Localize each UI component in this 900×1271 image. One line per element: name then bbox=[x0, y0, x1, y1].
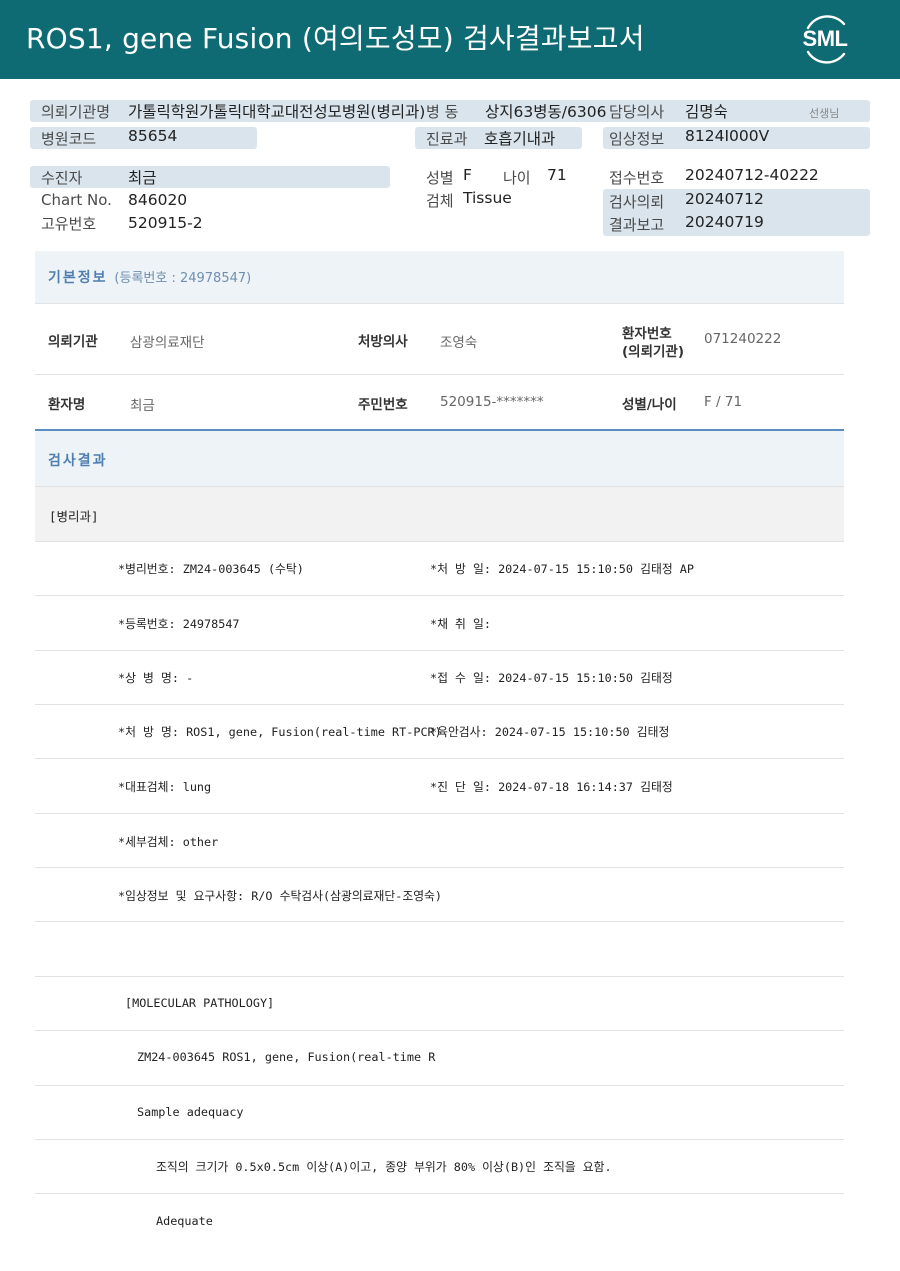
patient-bg bbox=[30, 166, 390, 188]
ptno-label-1: 환자번호 bbox=[622, 326, 672, 342]
sexage-label: 성별/나이 bbox=[622, 397, 677, 413]
divider bbox=[35, 1030, 844, 1031]
divider bbox=[35, 704, 844, 705]
inst-label: 의뢰기관 bbox=[48, 334, 98, 350]
hospital-code-label: 병원코드 bbox=[41, 130, 97, 148]
divider bbox=[35, 374, 844, 375]
divider bbox=[35, 1193, 844, 1194]
logo-text: SML bbox=[802, 26, 848, 51]
divider bbox=[35, 758, 844, 759]
rrn-label: 주민번호 bbox=[358, 397, 408, 413]
adequacy-result: Adequate bbox=[156, 1214, 213, 1228]
specimen-value: Tissue bbox=[463, 189, 512, 207]
report-label: 결과보고 bbox=[609, 216, 665, 234]
presc-label: 처방의사 bbox=[358, 334, 408, 350]
result-row-left: *임상정보 및 요구사항: R/O 수탁검사(삼광의료재단-조영숙) bbox=[118, 889, 442, 903]
doctor-label: 담당의사 bbox=[609, 103, 665, 121]
rrn-value: 520915-******* bbox=[440, 394, 544, 410]
sexage-value: F / 71 bbox=[704, 394, 743, 410]
divider bbox=[35, 650, 844, 651]
request-value: 20240712 bbox=[685, 190, 764, 208]
result-row-left: *병리번호: ZM24-003645 (수탁) bbox=[118, 562, 304, 576]
request-label: 검사의뢰 bbox=[609, 193, 665, 211]
receipt-value: 20240712-40222 bbox=[685, 166, 819, 184]
age-label: 나이 bbox=[503, 169, 531, 187]
presc-value: 조영숙 bbox=[440, 335, 478, 351]
basic-info-header: 기본정보 (등록번호 : 24978547) bbox=[35, 251, 844, 303]
sex-value: F bbox=[463, 166, 472, 184]
clinical-label: 임상정보 bbox=[609, 130, 665, 148]
chart-label: Chart No. bbox=[41, 191, 112, 209]
divider bbox=[35, 595, 844, 596]
inst-value: 삼광의료재단 bbox=[130, 335, 205, 351]
registration-sub: (등록번호 : 24978547) bbox=[114, 271, 252, 286]
report-header: ROS1, gene Fusion (여의도성모) 검사결과보고서 SML bbox=[0, 0, 900, 79]
age-value: 71 bbox=[547, 166, 567, 184]
divider bbox=[35, 303, 844, 304]
sex-label: 성별 bbox=[426, 169, 454, 187]
divider bbox=[35, 976, 844, 977]
results-title: 검사결과 bbox=[48, 453, 108, 469]
results-header: 검사결과 bbox=[35, 431, 844, 486]
doctor-suffix: 선생님 bbox=[809, 107, 840, 120]
dept-row: [병리과] bbox=[35, 487, 844, 541]
receipt-label: 접수번호 bbox=[609, 169, 665, 187]
divider bbox=[35, 1139, 844, 1140]
result-row-right: *처 방 일: 2024-07-15 15:10:50 김태정 AP bbox=[430, 562, 694, 576]
requester-label: 의뢰기관명 bbox=[41, 103, 111, 121]
chart-value: 846020 bbox=[128, 191, 188, 209]
dept-label: 진료과 bbox=[426, 130, 468, 148]
molecular-line: ZM24-003645 ROS1, gene, Fusion(real-time… bbox=[137, 1050, 436, 1064]
divider bbox=[35, 1085, 844, 1086]
result-row-right: *접 수 일: 2024-07-15 15:10:50 김태정 bbox=[430, 671, 673, 685]
ward-value: 상지63병동/6306 bbox=[485, 103, 607, 121]
patient-label: 수진자 bbox=[41, 169, 83, 187]
doctor-value: 김명숙 bbox=[685, 103, 728, 121]
result-row-left: *세부검체: other bbox=[118, 835, 219, 849]
divider bbox=[35, 921, 844, 922]
adequacy-title: Sample adequacy bbox=[137, 1105, 244, 1119]
result-row-right: *진 단 일: 2024-07-18 16:14:37 김태정 bbox=[430, 780, 673, 794]
divider bbox=[35, 813, 844, 814]
hospital-code-value: 85654 bbox=[128, 127, 178, 145]
specimen-label: 검체 bbox=[426, 192, 454, 210]
result-row-left: *등록번호: 24978547 bbox=[118, 617, 240, 631]
divider bbox=[35, 867, 844, 868]
result-row-left: *처 방 명: ROS1, gene, Fusion(real-time RT-… bbox=[118, 725, 442, 739]
dept-label: [병리과] bbox=[49, 509, 99, 524]
result-row-left: *상 병 명: - bbox=[118, 671, 194, 685]
molecular-title: [MOLECULAR PATHOLOGY] bbox=[125, 996, 275, 1010]
clinical-value: 8124I000V bbox=[685, 127, 770, 145]
ptno-value: 071240222 bbox=[704, 331, 782, 347]
ward-label: 병 동 bbox=[426, 103, 459, 121]
adequacy-text: 조직의 크기가 0.5x0.5cm 이상(A)이고, 종양 부위가 80% 이상… bbox=[156, 1160, 612, 1174]
requester-value: 가톨릭학원가톨릭대학교대전성모병원(병리과) bbox=[128, 103, 426, 121]
basic-info-title-text: 기본정보 bbox=[48, 270, 108, 286]
result-row-right: *육안검사: 2024-07-15 15:10:50 김태정 bbox=[430, 725, 670, 739]
sml-logo: SML bbox=[796, 12, 854, 66]
report-value: 20240719 bbox=[685, 213, 764, 231]
unique-label: 고유번호 bbox=[41, 215, 97, 233]
report-title: ROS1, gene Fusion (여의도성모) 검사결과보고서 bbox=[26, 22, 645, 55]
ptno-label-2: (의뢰기관) bbox=[622, 344, 685, 360]
name-label: 환자명 bbox=[48, 397, 86, 413]
dept-value: 호흡기내과 bbox=[484, 130, 556, 148]
result-row-right: *채 취 일: bbox=[430, 617, 491, 631]
patient-value: 최금 bbox=[128, 169, 157, 187]
divider bbox=[35, 541, 844, 542]
result-row-left: *대표검체: lung bbox=[118, 780, 212, 794]
name-value: 최금 bbox=[130, 398, 155, 414]
basic-info-title: 기본정보 (등록번호 : 24978547) bbox=[48, 267, 251, 287]
unique-value: 520915-2 bbox=[128, 214, 203, 232]
